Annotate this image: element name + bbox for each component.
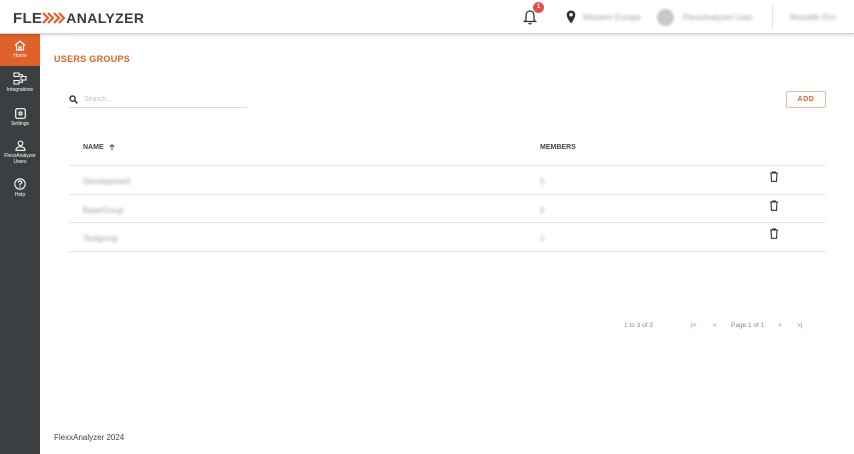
logo-prefix: FLE	[13, 9, 43, 27]
notification-badge: 1	[533, 2, 544, 13]
add-button[interactable]: ADD	[786, 91, 826, 108]
group-name-cell: BaseGroup	[83, 205, 124, 215]
previous-page-icon[interactable]: <	[713, 322, 717, 329]
group-name-cell: Development	[83, 177, 131, 186]
sidebar-item-settings[interactable]: Settings	[0, 108, 40, 132]
group-members-cell: 1	[540, 234, 545, 243]
sidebar: Home Integrations Settings FlexxAnalyzer…	[0, 34, 40, 454]
search-input[interactable]	[84, 96, 234, 103]
sidebar-item-label: Home	[13, 53, 27, 59]
header-divider	[772, 5, 773, 29]
pagination-page-label: Page 1 of 1	[731, 322, 765, 329]
column-header-name[interactable]: NAME	[83, 144, 115, 151]
logo-suffix: ANALYZER	[66, 10, 145, 26]
first-page-icon[interactable]: |<	[691, 322, 696, 329]
footer-text: FlexxAnalyzer 2024	[54, 433, 125, 442]
environment-text[interactable]: Monolith Env	[790, 13, 836, 22]
user-icon	[14, 140, 26, 151]
sidebar-item-help[interactable]: Help	[0, 178, 40, 202]
next-page-icon[interactable]: >	[778, 322, 782, 329]
group-name-cell: Testgroup	[83, 234, 119, 243]
table-header: NAME MEMBERS	[69, 138, 826, 166]
column-header-name-label: NAME	[83, 144, 104, 151]
home-icon	[14, 40, 26, 51]
search-icon	[69, 95, 78, 104]
delete-icon[interactable]	[769, 228, 779, 239]
sidebar-item-label: Help	[14, 192, 26, 198]
sidebar-item-integrations[interactable]: Integrations	[0, 72, 40, 98]
search-box[interactable]	[69, 92, 247, 108]
user-avatar[interactable]	[657, 9, 674, 26]
sidebar-item-label: FlexxAnalyzer Users	[4, 153, 36, 165]
table-row[interactable]: BaseGroup 5	[69, 195, 826, 223]
top-bar: FLE ANALYZER 1 Western Europe FlexxAnaly…	[0, 0, 854, 34]
sidebar-item-home[interactable]: Home	[0, 34, 40, 66]
integrations-icon	[13, 72, 27, 85]
group-members-cell: 5	[540, 205, 545, 215]
logo-xx-mark	[42, 12, 66, 24]
column-header-members-label: MEMBERS	[540, 144, 576, 151]
user-name-text[interactable]: FlexxAnalyzer User	[683, 13, 752, 22]
app-logo[interactable]: FLE ANALYZER	[13, 9, 145, 27]
page-title: USERS GROUPS	[54, 54, 131, 64]
pagination-count: 1 to 3 of 3	[624, 322, 653, 329]
sidebar-item-label: Integrations	[6, 87, 34, 93]
sidebar-item-label: Settings	[10, 121, 30, 127]
settings-icon	[14, 108, 26, 119]
pagination: 1 to 3 of 3 |< < Page 1 of 1 > >|	[0, 322, 854, 332]
sidebar-item-flexxanalyzer-users[interactable]: FlexxAnalyzer Users	[0, 140, 40, 170]
location-pin-icon[interactable]	[566, 10, 576, 24]
sort-ascending-icon[interactable]	[109, 144, 115, 151]
delete-icon[interactable]	[769, 171, 779, 182]
group-members-cell: 5	[540, 177, 545, 186]
last-page-icon[interactable]: >|	[797, 322, 802, 329]
table-row[interactable]: Development 5	[69, 166, 826, 195]
location-text[interactable]: Western Europe	[583, 13, 641, 22]
table-row[interactable]: Testgroup 1	[69, 223, 826, 252]
delete-icon[interactable]	[769, 199, 779, 211]
column-header-members[interactable]: MEMBERS	[540, 144, 576, 151]
help-icon	[14, 178, 26, 190]
groups-table: NAME MEMBERS Development 5 BaseGroup 5 T…	[69, 138, 826, 252]
